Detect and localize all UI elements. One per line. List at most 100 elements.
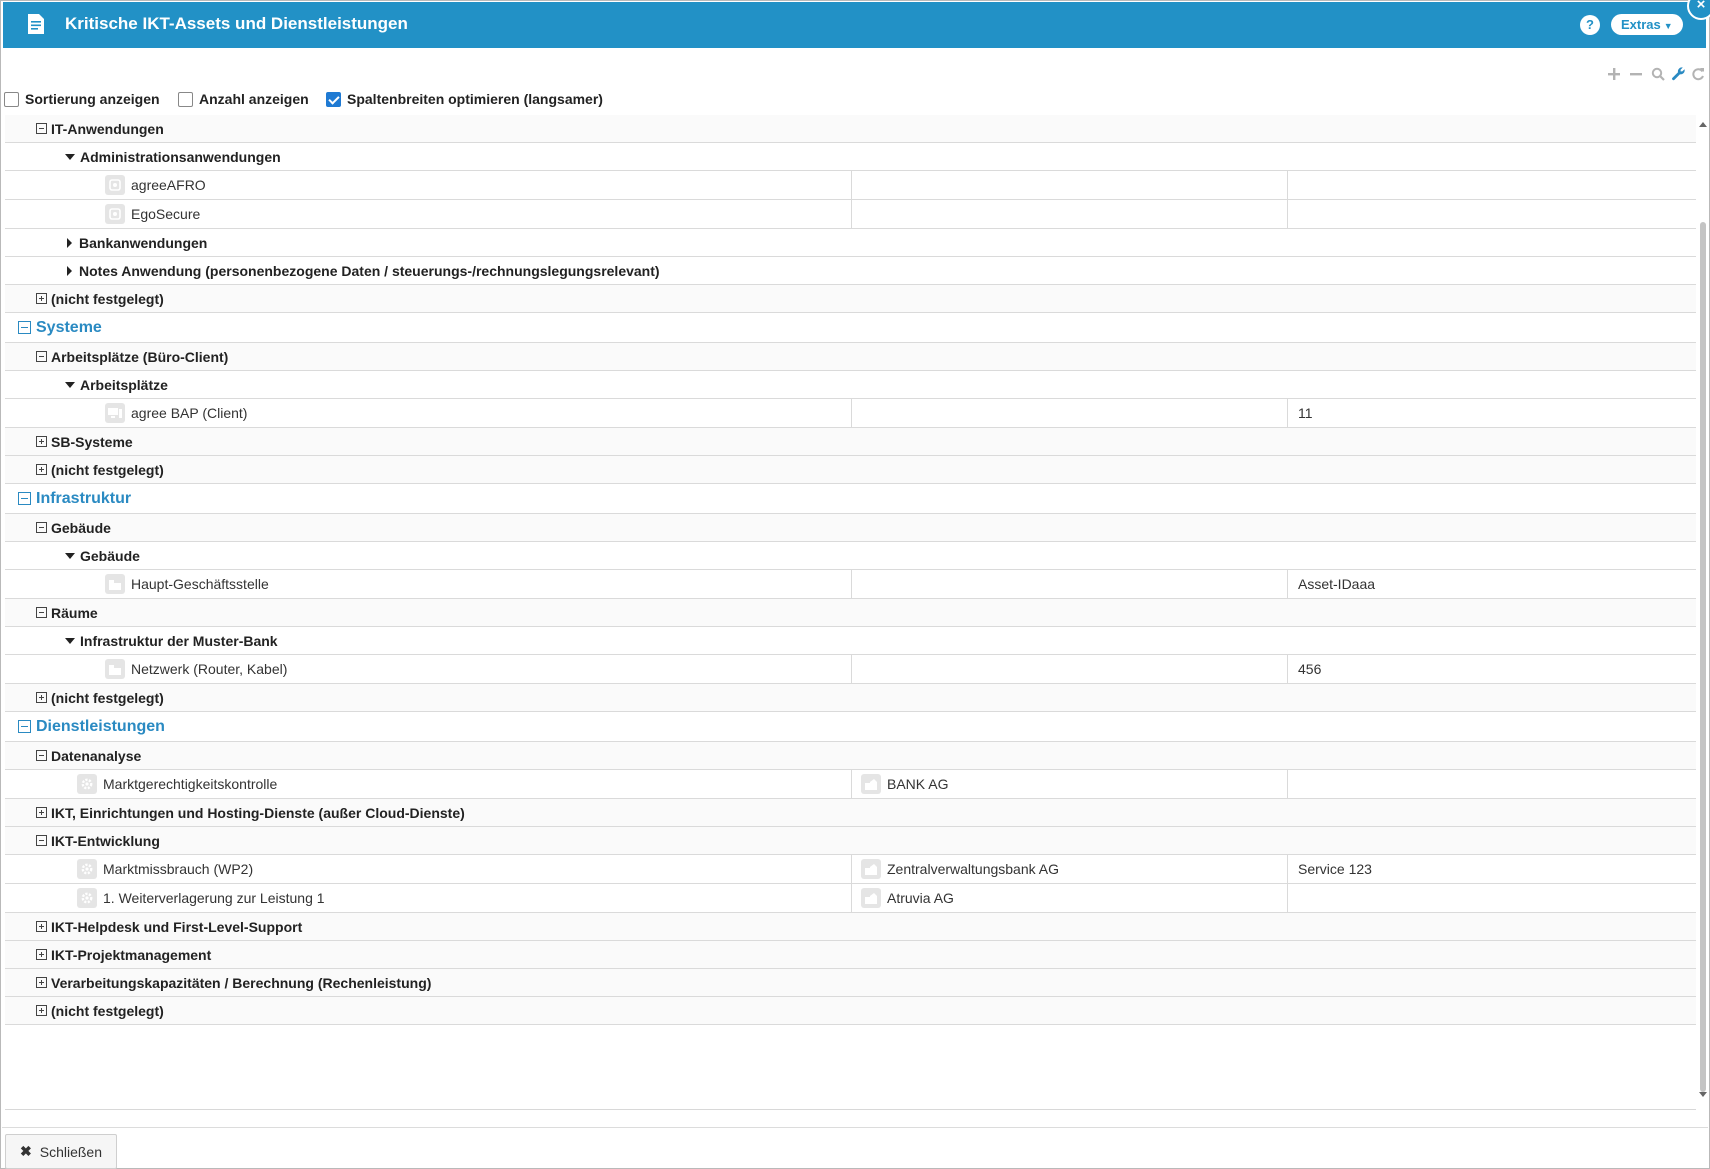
group-row[interactable]: (nicht festgelegt) — [5, 285, 1696, 313]
scroll-up-icon[interactable] — [1699, 122, 1707, 127]
collapse-icon[interactable] — [36, 607, 47, 618]
provider-cell: Atruvia AG — [861, 884, 954, 912]
group-row[interactable]: Infrastruktur — [5, 484, 1696, 514]
expand-icon[interactable] — [36, 293, 47, 304]
row-label-text: IKT, Einrichtungen und Hosting-Dienste (… — [51, 804, 465, 821]
caret-down-icon[interactable] — [65, 381, 75, 388]
sort-checkbox[interactable] — [4, 91, 19, 107]
optimize-option[interactable]: Spaltenbreiten optimieren (langsamer) — [326, 89, 603, 109]
close-button[interactable]: ✖ Schließen — [5, 1134, 117, 1169]
scroll-down-icon[interactable] — [1699, 1092, 1707, 1097]
group-row[interactable]: Verarbeitungskapazitäten / Berechnung (R… — [5, 969, 1696, 997]
row-label-cell: Verarbeitungskapazitäten / Berechnung (R… — [36, 969, 431, 996]
table-row[interactable]: Netzwerk (Router, Kabel) 456 — [5, 655, 1696, 684]
row-label-cell: Administrationsanwendungen — [65, 143, 281, 170]
column-divider — [1287, 855, 1288, 883]
row-label-cell: EgoSecure — [105, 200, 200, 228]
group-row[interactable]: Systeme — [5, 313, 1696, 343]
table-row[interactable]: EgoSecure — [5, 200, 1696, 229]
provider-text: BANK AG — [887, 776, 949, 792]
expand-icon[interactable] — [36, 921, 47, 932]
row-label-text: 1. Weiterverlagerung zur Leistung 1 — [103, 890, 325, 906]
caret-down-icon[interactable] — [65, 637, 75, 644]
row-label-text: EgoSecure — [131, 206, 201, 222]
row-label-cell: Dienstleistungen — [18, 712, 165, 741]
collapse-icon[interactable] — [36, 522, 47, 533]
refresh-icon[interactable] — [1689, 65, 1707, 85]
provider-cell: Zentralverwaltungsbank AG — [861, 855, 1059, 883]
collapse-icon[interactable] — [36, 351, 47, 362]
collapse-icon[interactable] — [18, 321, 31, 334]
table-row[interactable]: agree BAP (Client) 11 — [5, 399, 1696, 428]
group-row[interactable]: Notes Anwendung (personenbezogene Daten … — [5, 257, 1696, 285]
caret-right-icon[interactable] — [67, 265, 72, 276]
group-row[interactable]: Dienstleistungen — [5, 712, 1696, 742]
expand-icon[interactable] — [36, 807, 47, 818]
count-checkbox[interactable] — [178, 91, 193, 107]
table-row[interactable]: agreeAFRO — [5, 171, 1696, 200]
table-row[interactable]: Haupt-Geschäftsstelle Asset-IDaaa — [5, 570, 1696, 599]
table-row[interactable]: Marktmissbrauch (WP2) Zentralverwaltungsb… — [5, 855, 1696, 884]
row-label-text: agree BAP (Client) — [131, 405, 248, 421]
row-label-text: Arbeitsplätze (Büro-Client) — [51, 348, 229, 365]
row-label-cell: Infrastruktur — [18, 484, 131, 513]
row-label-cell: Arbeitsplätze — [65, 371, 168, 398]
group-row[interactable]: IKT-Projektmanagement — [5, 941, 1696, 969]
wrench-icon[interactable] — [1669, 65, 1687, 85]
collapse-icon[interactable] — [18, 492, 31, 505]
row-label-cell: Arbeitsplätze (Büro-Client) — [36, 343, 228, 370]
extras-button[interactable]: Extras ▼ — [1611, 14, 1683, 35]
gear-icon — [77, 859, 97, 879]
row-label-text: Marktmissbrauch (WP2) — [103, 861, 254, 877]
group-row[interactable]: Arbeitsplätze — [5, 371, 1696, 399]
row-label-cell: Infrastruktur der Muster-Bank — [65, 627, 278, 654]
table-row[interactable]: 1. Weiterverlagerung zur Leistung 1 Atruv… — [5, 884, 1696, 913]
caret-down-icon[interactable] — [65, 552, 75, 559]
row-label-cell: IKT-Projektmanagement — [36, 941, 211, 968]
scroll-thumb[interactable] — [1700, 222, 1706, 1092]
app-icon — [105, 204, 125, 224]
collapse-icon[interactable] — [36, 835, 47, 846]
group-row[interactable]: Administrationsanwendungen — [5, 143, 1696, 171]
expand-icon[interactable] — [36, 977, 47, 988]
expand-icon[interactable] — [36, 464, 47, 475]
collapse-icon[interactable] — [36, 750, 47, 761]
group-row[interactable]: IKT-Entwicklung — [5, 827, 1696, 855]
count-option[interactable]: Anzahl anzeigen — [178, 89, 309, 109]
sort-option[interactable]: Sortierung anzeigen — [4, 89, 160, 109]
group-row[interactable]: Räume — [5, 599, 1696, 627]
caret-down-icon[interactable] — [65, 153, 75, 160]
caret-right-icon[interactable] — [67, 237, 72, 248]
group-row[interactable]: (nicht festgelegt) — [5, 456, 1696, 484]
column-divider — [851, 884, 852, 912]
minus-icon[interactable] — [1627, 65, 1645, 85]
collapse-icon[interactable] — [36, 123, 47, 134]
table-row[interactable]: Marktgerechtigkeitskontrolle BANK AG — [5, 770, 1696, 799]
optimize-checkbox[interactable] — [326, 91, 341, 107]
plus-icon[interactable] — [1605, 65, 1623, 85]
group-row[interactable]: IT-Anwendungen — [5, 115, 1696, 143]
search-icon[interactable] — [1649, 65, 1667, 85]
column-divider — [1287, 171, 1288, 199]
group-row[interactable]: Datenanalyse — [5, 742, 1696, 770]
row-label-text: Infrastruktur — [36, 489, 132, 507]
group-row[interactable]: Infrastruktur der Muster-Bank — [5, 627, 1696, 655]
expand-icon[interactable] — [36, 949, 47, 960]
group-row[interactable]: (nicht festgelegt) — [5, 997, 1696, 1025]
group-row[interactable]: Gebäude — [5, 514, 1696, 542]
group-row[interactable]: SB-Systeme — [5, 428, 1696, 456]
group-row[interactable]: IKT-Helpdesk und First-Level-Support — [5, 913, 1696, 941]
collapse-icon[interactable] — [18, 720, 31, 733]
expand-icon[interactable] — [36, 436, 47, 447]
group-row[interactable]: Bankanwendungen — [5, 229, 1696, 257]
group-row[interactable]: Gebäude — [5, 542, 1696, 570]
group-row[interactable]: IKT, Einrichtungen und Hosting-Dienste (… — [5, 799, 1696, 827]
column-divider — [1287, 570, 1288, 598]
expand-icon[interactable] — [36, 1005, 47, 1016]
group-row[interactable]: Arbeitsplätze (Büro-Client) — [5, 343, 1696, 371]
help-button[interactable]: ? — [1580, 15, 1600, 35]
expand-icon[interactable] — [36, 692, 47, 703]
group-row[interactable]: (nicht festgelegt) — [5, 684, 1696, 712]
dialog-window: Kritische IKT-Assets und Dienstleistunge… — [0, 0, 1710, 1169]
grid-scrollbar[interactable] — [1698, 115, 1708, 1109]
